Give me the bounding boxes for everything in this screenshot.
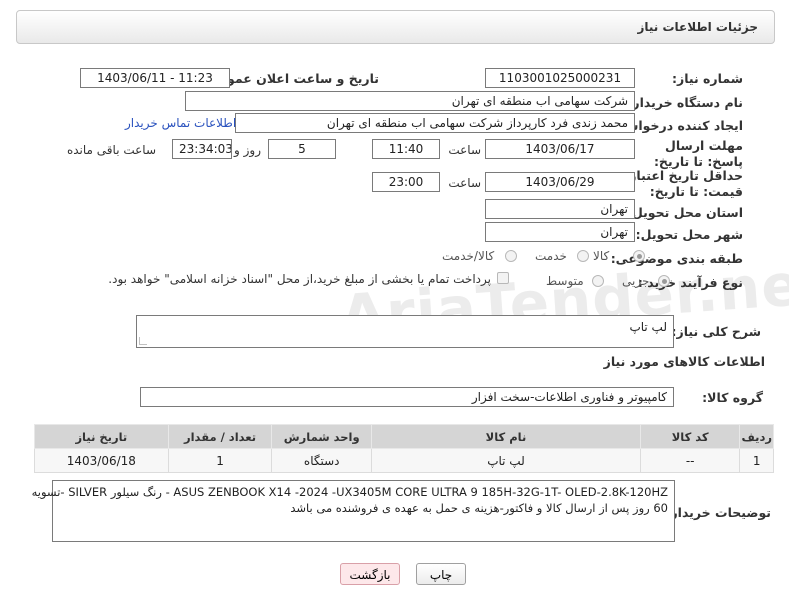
process-option-medium: متوسط <box>546 274 584 288</box>
col-date-header: تاریخ نیاز <box>34 424 169 449</box>
treasury-note: پرداخت تمام یا بخشی از مبلغ خرید،از محل … <box>108 272 491 286</box>
validity-time-field: 23:00 <box>372 172 440 192</box>
category-option-goods: کالا <box>593 249 610 263</box>
days-field: 5 <box>268 139 336 159</box>
process-label: نوع فرآیند خرید : <box>637 275 743 290</box>
page-title: جزئیات اطلاعات نیاز <box>637 20 758 34</box>
remaining-label: ساعت باقی مانده <box>66 143 156 157</box>
category-radio-service[interactable] <box>577 250 589 262</box>
validity-date-field: 1403/06/29 <box>485 172 635 192</box>
creator-field: محمد زندی فرد کارپرداز شرکت سهامی اب منط… <box>235 113 635 133</box>
category-label: طبقه بندی موضوعی: <box>610 251 743 266</box>
city-field: تهران <box>485 222 635 242</box>
buyer-notes-label: توضیحات خریدار: <box>665 505 771 520</box>
cell-date: 1403/06/18 <box>34 448 169 473</box>
back-button[interactable]: بازگشت <box>340 563 400 585</box>
table-row: 1 -- لپ تاپ دستگاه 1 1403/06/18 <box>34 448 774 473</box>
city-label: شهر محل تحویل: <box>635 227 743 242</box>
process-option-minor: جزیی <box>622 274 650 288</box>
process-radio-minor[interactable] <box>658 275 670 287</box>
contact-buyer-link[interactable]: اطلاعات تماس خریدار <box>125 116 236 130</box>
goods-group-label: گروه کالا: <box>702 390 763 405</box>
deadline-time-label: ساعت <box>448 143 481 157</box>
col-name-header: نام کالا <box>371 424 641 449</box>
province-field: تهران <box>485 199 635 219</box>
col-qty-header: تعداد / مقدار <box>167 424 273 449</box>
process-radio-medium[interactable] <box>592 275 604 287</box>
buyer-notes-field: ASUS ZENBOOK X14 -2024 -UX3405M CORE ULT… <box>31 480 675 542</box>
need-number-label: شماره نیاز: <box>672 71 743 86</box>
cell-row: 1 <box>739 448 774 473</box>
buyer-label: نام دستگاه خریدار: <box>627 95 743 110</box>
table-header-row: ردیف کد کالا نام کالا واحد شمارش تعداد /… <box>34 424 774 449</box>
items-table: ردیف کد کالا نام کالا واحد شمارش تعداد /… <box>34 424 774 473</box>
cell-qty: 1 <box>167 448 273 473</box>
need-number-field: 1103001025000231 <box>485 68 635 88</box>
cell-unit: دستگاه <box>271 448 373 473</box>
cell-code: -- <box>639 448 741 473</box>
category-option-service: خدمت <box>535 249 567 263</box>
category-radio-goods[interactable] <box>633 250 645 262</box>
col-row-header: ردیف <box>739 424 774 449</box>
buyer-field: شرکت سهامی اب منطقه ای تهران <box>185 91 635 111</box>
col-unit-header: واحد شمارش <box>271 424 373 449</box>
cell-name: لپ تاپ <box>371 448 641 473</box>
deadline-time-field: 11:40 <box>372 139 440 159</box>
validity-time-label: ساعت <box>448 176 481 190</box>
header-panel: جزئیات اطلاعات نیاز <box>16 10 775 44</box>
summary-text: لپ تاپ <box>629 320 667 334</box>
days-label: روز و <box>234 143 261 157</box>
remaining-time-field: 23:34:03 <box>172 139 232 159</box>
col-code-header: کد کالا <box>639 424 741 449</box>
category-option-goods-service: کالا/خدمت <box>442 249 495 263</box>
announce-field: 1403/06/11 - 11:23 <box>80 68 230 88</box>
category-radio-goods-service[interactable] <box>505 250 517 262</box>
province-label: استان محل تحویل: <box>626 205 743 220</box>
summary-field: لپ تاپ <box>136 315 674 348</box>
treasury-checkbox[interactable] <box>497 272 509 284</box>
buyer-notes-line2: 60 روز پس از ارسال کالا و فاکتور-هزینه ی… <box>290 501 668 515</box>
resize-handle-icon[interactable] <box>139 337 147 345</box>
goods-group-field: کامپیوتر و فناوری اطلاعات-سخت افزار <box>140 387 674 407</box>
buyer-notes-line1: ASUS ZENBOOK X14 -2024 -UX3405M CORE ULT… <box>31 485 668 499</box>
goods-section-title: اطلاعات کالاهای مورد نیاز <box>603 354 765 369</box>
print-button[interactable]: چاپ <box>416 563 466 585</box>
deadline-label: مهلت ارسال پاسخ: تا تاریخ: <box>653 138 743 169</box>
deadline-date-field: 1403/06/17 <box>485 139 635 159</box>
summary-label: شرح کلی نیاز: <box>671 324 761 339</box>
